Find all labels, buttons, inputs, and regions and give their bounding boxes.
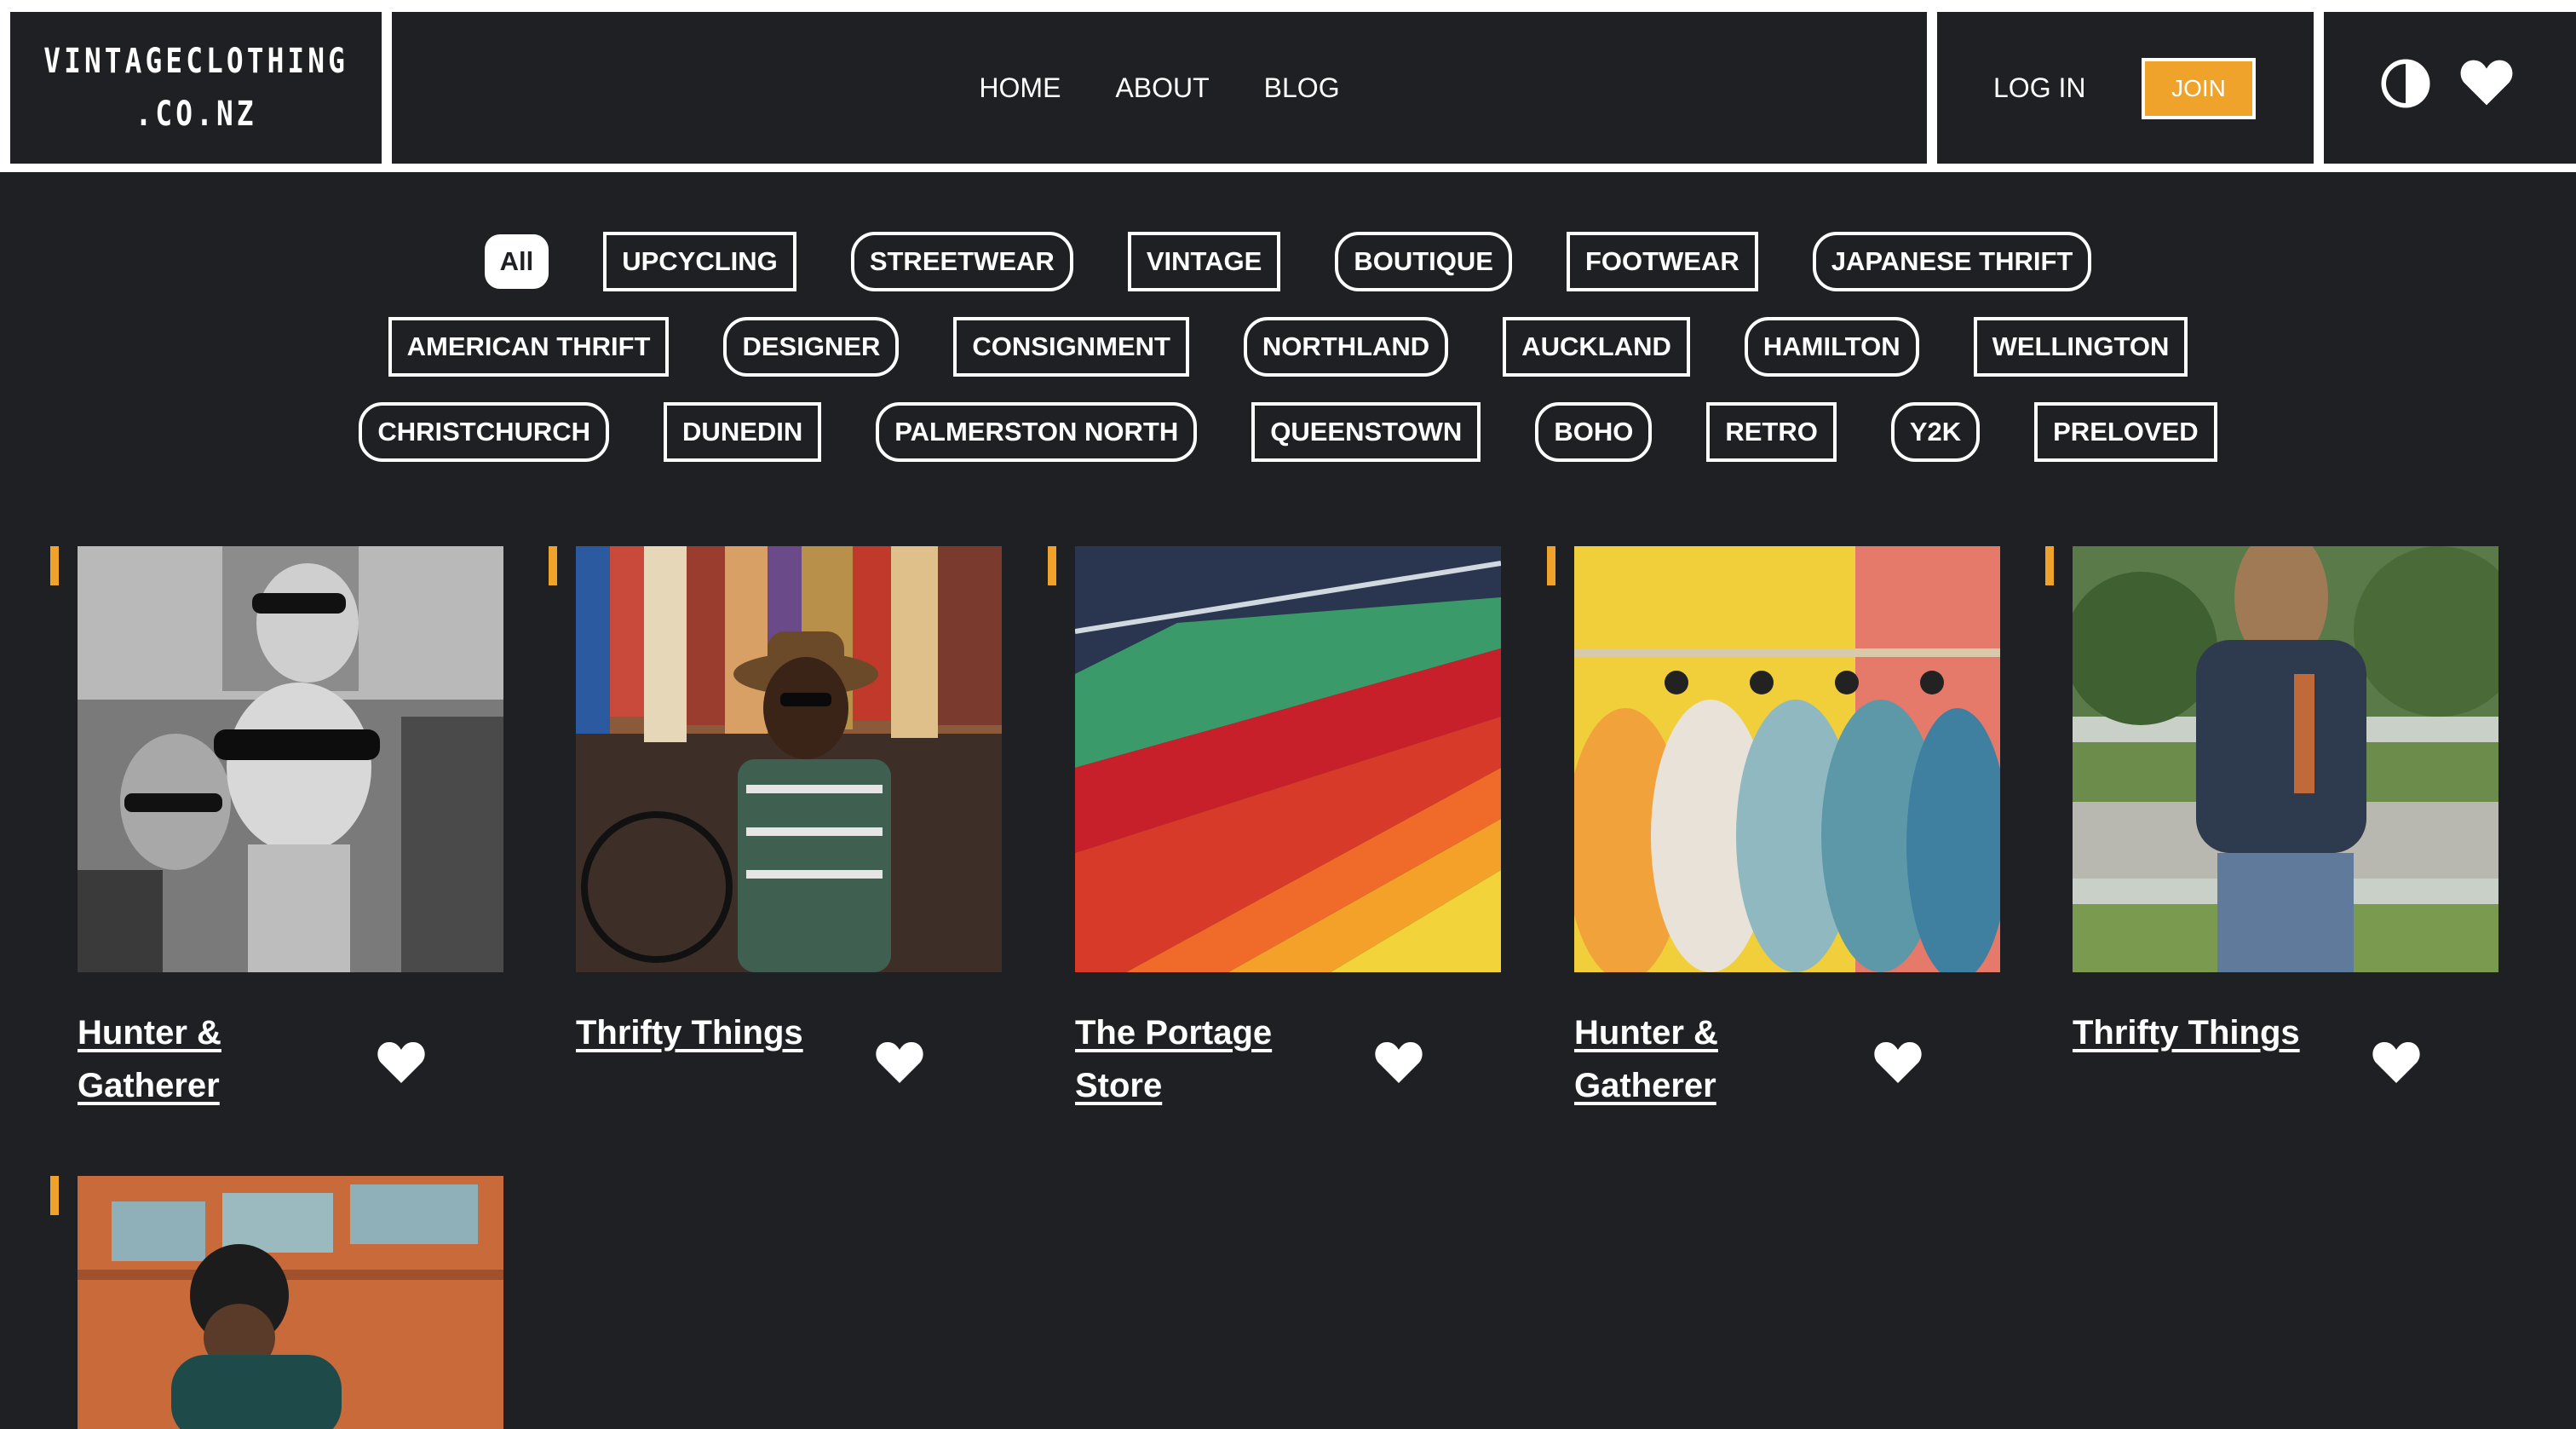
filter-footwear[interactable]: FOOTWEAR — [1566, 232, 1758, 291]
favorite-heart-icon[interactable] — [2371, 1037, 2422, 1088]
filter-boho[interactable]: BOHO — [1535, 402, 1653, 462]
filter-vintage[interactable]: VINTAGE — [1127, 232, 1281, 291]
store-card: Thrifty Things — [549, 546, 1002, 1083]
card-accent-bar — [1547, 546, 1555, 585]
theme-toggle-icon[interactable] — [2380, 58, 2431, 109]
store-card: Thrifty Things — [2045, 546, 2498, 1083]
main-nav: HOME ABOUT BLOG — [392, 12, 1927, 164]
card-accent-bar — [2045, 546, 2054, 585]
store-image[interactable] — [1574, 546, 2000, 972]
filter-dunedin[interactable]: DUNEDIN — [664, 402, 822, 462]
filter-american-thrift[interactable]: AMERICAN THRIFT — [388, 317, 670, 377]
favorite-heart-icon[interactable] — [1872, 1037, 1923, 1088]
filter-christchurch[interactable]: CHRISTCHURCH — [359, 402, 610, 462]
favorite-heart-icon[interactable] — [874, 1037, 925, 1088]
filter-palmerston-north[interactable]: PALMERSTON NORTH — [876, 402, 1198, 462]
store-title-link[interactable]: Thrifty Things — [576, 1006, 857, 1059]
card-accent-bar — [549, 546, 557, 585]
logo-line-2: .CO.NZ — [135, 95, 257, 134]
store-image[interactable] — [78, 546, 503, 972]
filter-all[interactable]: All — [484, 234, 549, 289]
logo-box[interactable]: VINTAGECLOTHING .CO.NZ — [10, 12, 382, 164]
filter-designer[interactable]: DESIGNER — [723, 317, 900, 377]
filter-retro[interactable]: RETRO — [1706, 402, 1837, 462]
store-card — [50, 1176, 503, 1429]
nav-blog-link[interactable]: BLOG — [1264, 72, 1340, 104]
filter-queenstown[interactable]: QUEENSTOWN — [1251, 402, 1481, 462]
store-image[interactable] — [1075, 546, 1501, 972]
card-accent-bar — [50, 546, 59, 585]
filter-row-3: CHRISTCHURCH DUNEDIN PALMERSTON NORTH QU… — [0, 402, 2576, 462]
store-title-link[interactable]: Hunter & Gatherer — [78, 1006, 359, 1112]
filter-y2k[interactable]: Y2K — [1890, 402, 1981, 462]
logo-line-1: VINTAGECLOTHING — [43, 42, 348, 81]
auth-box: LOG IN JOIN — [1937, 12, 2314, 164]
login-link[interactable]: LOG IN — [1993, 12, 2085, 164]
card-accent-bar — [50, 1176, 59, 1215]
favorites-heart-icon[interactable] — [2458, 55, 2515, 111]
store-card: Hunter & Gatherer — [50, 546, 503, 1104]
store-title-link[interactable]: The Portage Store — [1075, 1006, 1356, 1112]
site-logo[interactable]: VINTAGECLOTHING .CO.NZ — [43, 35, 348, 141]
store-image[interactable] — [2073, 546, 2498, 972]
filter-preloved[interactable]: PRELOVED — [2034, 402, 2217, 462]
filter-boutique[interactable]: BOUTIQUE — [1335, 232, 1512, 291]
filter-northland[interactable]: NORTHLAND — [1243, 317, 1449, 377]
favorite-heart-icon[interactable] — [376, 1037, 427, 1088]
filter-auckland[interactable]: AUCKLAND — [1503, 317, 1690, 377]
filter-row-1: All UPCYCLING STREETWEAR VINTAGE BOUTIQU… — [0, 232, 2576, 291]
store-image[interactable] — [78, 1176, 503, 1429]
nav-about-link[interactable]: ABOUT — [1115, 72, 1209, 104]
category-filters: All UPCYCLING STREETWEAR VINTAGE BOUTIQU… — [0, 232, 2576, 487]
site-header: VINTAGECLOTHING .CO.NZ HOME ABOUT BLOG L… — [0, 0, 2576, 172]
filter-wellington[interactable]: WELLINGTON — [1973, 317, 2188, 377]
store-title-link[interactable]: Hunter & Gatherer — [1574, 1006, 1855, 1112]
card-accent-bar — [1048, 546, 1056, 585]
store-card: The Portage Store — [1048, 546, 1501, 1104]
filter-japanese-thrift[interactable]: JAPANESE THRIFT — [1812, 232, 2092, 291]
nav-home-link[interactable]: HOME — [979, 72, 1061, 104]
join-button[interactable]: JOIN — [2142, 58, 2256, 119]
filter-consignment[interactable]: CONSIGNMENT — [953, 317, 1189, 377]
store-card: Hunter & Gatherer — [1547, 546, 2000, 1104]
favorite-heart-icon[interactable] — [1373, 1037, 1424, 1088]
store-image[interactable] — [576, 546, 1002, 972]
filter-streetwear[interactable]: STREETWEAR — [850, 232, 1073, 291]
filter-hamilton[interactable]: HAMILTON — [1744, 317, 1919, 377]
filter-row-2: AMERICAN THRIFT DESIGNER CONSIGNMENT NOR… — [0, 317, 2576, 377]
header-icons — [2324, 12, 2576, 164]
filter-upcycling[interactable]: UPCYCLING — [603, 232, 796, 291]
store-title-link[interactable]: Thrifty Things — [2073, 1006, 2354, 1059]
